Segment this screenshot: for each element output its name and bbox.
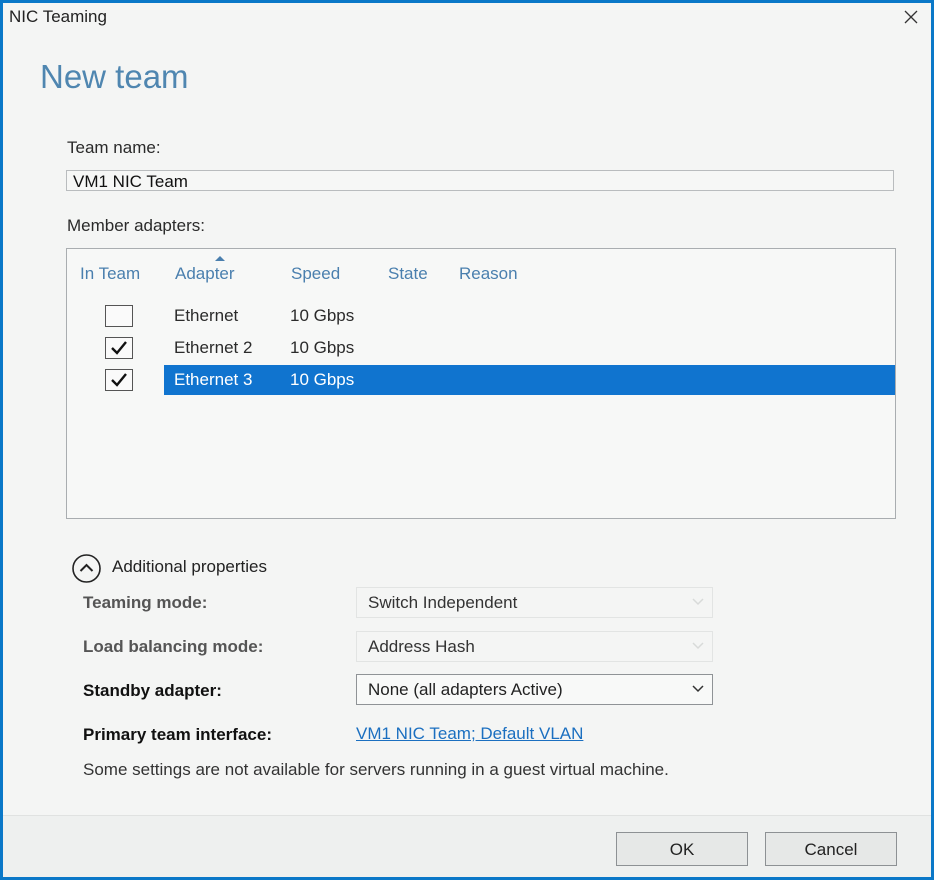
adapter-speed: 10 Gbps [290, 306, 355, 325]
selection-highlight [164, 365, 895, 395]
adapter-row-ethernet-2[interactable]: Ethernet 2 10 Gbps [67, 333, 895, 363]
cancel-button[interactable]: Cancel [765, 832, 897, 866]
standby-adapter-select[interactable]: None (all adapters Active) [356, 674, 713, 705]
close-icon[interactable] [899, 5, 923, 29]
additional-properties-label[interactable]: Additional properties [112, 557, 267, 577]
primary-team-interface-link[interactable]: VM1 NIC Team; Default VLAN [356, 724, 583, 744]
chevron-down-icon [692, 642, 704, 650]
team-name-label: Team name: [67, 138, 161, 157]
in-team-checkbox[interactable] [105, 337, 133, 359]
load-balancing-mode-label: Load balancing mode: [83, 637, 264, 656]
page-title: New team [40, 58, 189, 95]
chevron-down-icon [692, 598, 704, 606]
primary-team-interface-label: Primary team interface: [83, 725, 272, 744]
team-name-input[interactable]: VM1 NIC Team [66, 170, 894, 191]
teaming-mode-label: Teaming mode: [83, 593, 208, 612]
column-header-reason[interactable]: Reason [459, 264, 518, 284]
adapter-name: Ethernet 2 [174, 338, 253, 357]
dialog-footer: OK Cancel [3, 815, 931, 877]
teaming-mode-select: Switch Independent [356, 587, 713, 618]
chevron-down-icon [692, 685, 704, 693]
chevron-up-icon [72, 554, 101, 583]
column-header-adapter[interactable]: Adapter [175, 264, 235, 284]
title-bar: NIC Teaming [3, 3, 931, 31]
collapse-properties-button[interactable] [71, 553, 102, 584]
in-team-checkbox[interactable] [105, 369, 133, 391]
checkmark-icon [111, 373, 127, 387]
adapter-row-ethernet-3[interactable]: Ethernet 3 10 Gbps [67, 365, 895, 395]
load-balancing-mode-select: Address Hash [356, 631, 713, 662]
guest-vm-note: Some settings are not available for serv… [83, 760, 669, 779]
sort-ascending-icon [215, 256, 225, 261]
member-adapters-list[interactable]: In Team Adapter Speed State Reason Ether… [66, 248, 896, 519]
adapter-speed: 10 Gbps [290, 370, 355, 389]
column-header-in-team[interactable]: In Team [80, 264, 140, 284]
column-header-speed[interactable]: Speed [291, 264, 340, 284]
checkmark-icon [111, 341, 127, 355]
adapter-row-ethernet[interactable]: Ethernet 10 Gbps [67, 301, 895, 331]
ok-button[interactable]: OK [616, 832, 748, 866]
adapter-name: Ethernet [174, 306, 239, 325]
window-title: NIC Teaming [9, 7, 107, 26]
nic-teaming-dialog: NIC Teaming New team Team name: VM1 NIC … [3, 3, 931, 877]
adapter-speed: 10 Gbps [290, 338, 355, 357]
adapter-name: Ethernet 3 [174, 370, 253, 389]
standby-adapter-label: Standby adapter: [83, 681, 222, 700]
column-header-state[interactable]: State [388, 264, 428, 284]
member-adapters-label: Member adapters: [67, 216, 205, 235]
in-team-checkbox[interactable] [105, 305, 133, 327]
